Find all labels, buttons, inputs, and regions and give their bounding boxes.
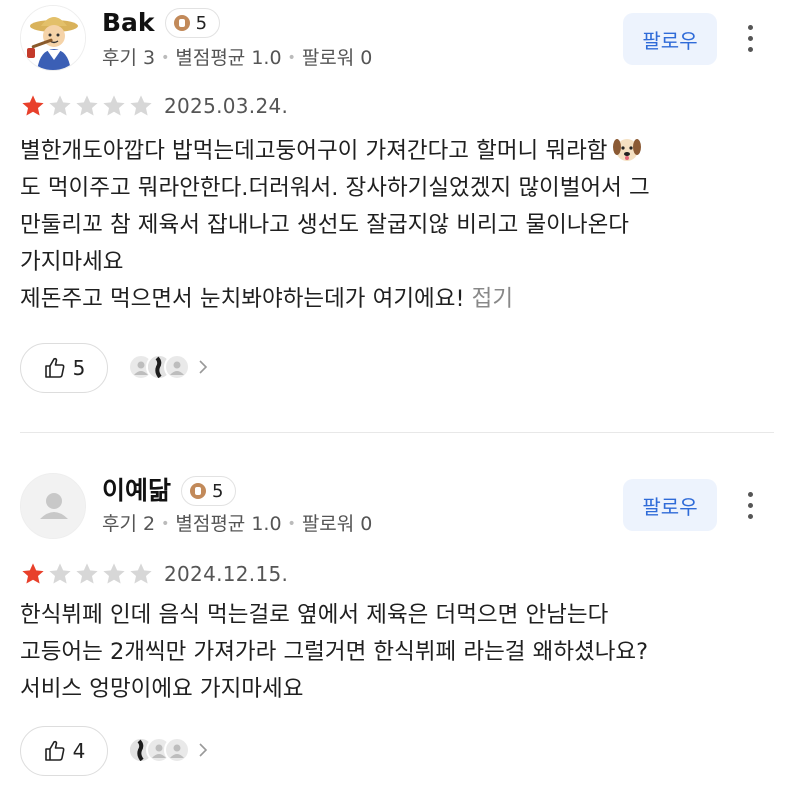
average-rating: 별점평균 1.0 (175, 513, 282, 535)
review-text-line: 가지마세요 (20, 249, 124, 275)
more-dot (747, 35, 753, 41)
more-dot (747, 502, 753, 508)
liker-avatars[interactable] (128, 737, 210, 763)
review-divider (20, 432, 774, 433)
review-text-line: 서비스 엉망이에요 가지마세요 (20, 676, 304, 702)
farmer-avatar-icon (21, 6, 85, 70)
follow-button[interactable]: 팔로우 (623, 13, 717, 65)
user-name-row: 이예닮 5 (102, 476, 237, 506)
person-icon (170, 361, 184, 375)
more-dot (747, 46, 753, 52)
user-name-row: Bak 5 (102, 8, 221, 38)
default-person-icon (21, 474, 85, 538)
more-dot (747, 24, 753, 30)
star-empty-icon (130, 563, 152, 584)
star-filled-icon (22, 563, 44, 584)
chevron-right-icon (199, 743, 208, 757)
star-empty-icon (103, 563, 125, 584)
username[interactable]: 이예닮 (102, 476, 171, 506)
average-rating: 별점평균 1.0 (175, 47, 282, 69)
review-card: 이예닮 5 후기 2 • 별점평균 1.0 • 팔로워 0 팔로우 2024.1… (0, 440, 794, 789)
review-date: 2024.12.15. (164, 562, 289, 586)
separator-dot: • (161, 50, 170, 66)
star-empty-icon (49, 95, 71, 116)
separator-dot: • (161, 516, 170, 532)
level-value: 5 (195, 12, 208, 34)
star-rating (20, 561, 154, 587)
more-dot (747, 491, 753, 497)
star-empty-icon (103, 95, 125, 116)
level-badge: 5 (181, 476, 237, 506)
like-button[interactable]: 5 (20, 343, 108, 393)
dog-face-icon (612, 139, 641, 161)
more-options-icon[interactable] (738, 485, 762, 525)
like-button[interactable]: 4 (20, 726, 108, 776)
more-dot (747, 513, 753, 519)
rating-row: 2024.12.15. (20, 561, 288, 587)
star-empty-icon (49, 563, 71, 584)
separator-dot: • (287, 516, 296, 532)
fold-link[interactable]: 접기 (472, 286, 513, 312)
level-icon (173, 15, 190, 31)
level-badge: 5 (164, 8, 221, 38)
star-empty-icon (76, 95, 98, 116)
chevron-right-icon (199, 360, 208, 374)
review-count: 후기 3 (102, 47, 156, 69)
review-card: Bak 5 후기 3 • 별점평균 1.0 • 팔로워 0 팔로우 2025.0… (0, 0, 794, 432)
more-options-icon[interactable] (738, 18, 762, 58)
avatar[interactable] (20, 473, 86, 539)
username[interactable]: Bak (102, 8, 155, 38)
star-empty-icon (76, 563, 98, 584)
user-stats: 후기 3 • 별점평균 1.0 • 팔로워 0 (102, 46, 372, 70)
person-icon (170, 744, 184, 758)
like-count: 4 (72, 739, 86, 763)
liker-avatars[interactable] (128, 354, 210, 380)
user-stats: 후기 2 • 별점평균 1.0 • 팔로워 0 (102, 512, 372, 536)
review-text-line: 만둘리꼬 참 제육서 잡내나고 생선도 잘굽지않 비리고 물이나온다 (20, 212, 629, 238)
like-count: 5 (72, 356, 86, 380)
review-text: 한식뷔페 인데 음식 먹는걸로 옆에서 제육은 더먹으면 안남는다 고등어는 2… (20, 597, 780, 708)
liker-avatar (164, 737, 190, 763)
review-text-line: 한식뷔페 인데 음식 먹는걸로 옆에서 제육은 더먹으면 안남는다 (20, 602, 609, 628)
review-date: 2025.03.24. (164, 94, 289, 118)
review-text-line: 도 먹이주고 뭐라안한다.더러워서. 장사하기실었겠지 많이벌어서 그 (20, 175, 650, 201)
liker-avatar (164, 354, 190, 380)
review-text-line: 고등어는 2개씩만 가져가라 그럴거면 한식뷔페 라는걸 왜하셨나요? (20, 639, 649, 665)
separator-dot: • (287, 50, 296, 66)
level-value: 5 (212, 480, 224, 502)
level-icon (190, 483, 207, 499)
star-empty-icon (130, 95, 152, 116)
thumbs-up-icon (44, 740, 65, 761)
star-filled-icon (22, 95, 44, 116)
avatar[interactable] (20, 5, 86, 71)
review-text-line: 제돈주고 먹으면서 눈치봐야하는데가 여기에요! (20, 286, 465, 312)
review-text: 별한개도아깝다 밥먹는데고둥어구이 가져간다고 할머니 뭐라함 도 먹이주고 뭐… (20, 133, 780, 318)
star-rating (20, 93, 154, 119)
follower-count: 팔로워 0 (301, 47, 373, 69)
follower-count: 팔로워 0 (301, 513, 373, 535)
review-text-line: 별한개도아깝다 밥먹는데고둥어구이 가져간다고 할머니 뭐라함 (20, 138, 608, 164)
review-count: 후기 2 (102, 513, 156, 535)
rating-row: 2025.03.24. (20, 93, 288, 119)
thumbs-up-icon (44, 357, 65, 378)
follow-button[interactable]: 팔로우 (623, 479, 717, 531)
